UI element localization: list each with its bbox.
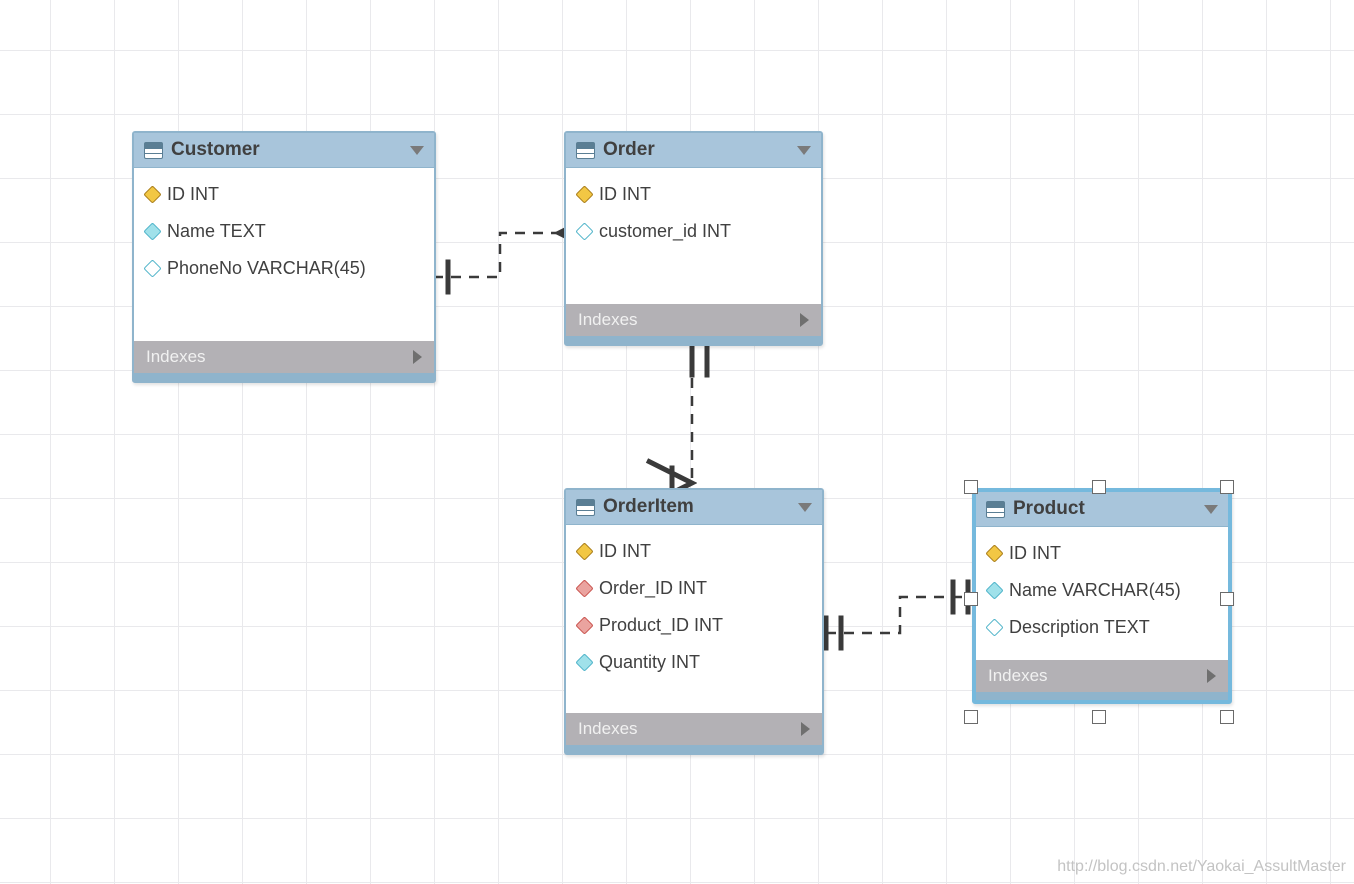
indexes-label: Indexes	[146, 347, 206, 367]
column-row[interactable]: ID INT	[566, 176, 821, 213]
key-icon	[985, 544, 1003, 562]
column-row[interactable]: ID INT	[134, 176, 434, 213]
table-base	[134, 373, 434, 381]
table-icon	[576, 142, 595, 159]
column-label: Name TEXT	[167, 221, 266, 242]
watermark-text: http://blog.csdn.net/Yaokai_AssultMaster	[1057, 858, 1346, 876]
column-row[interactable]: ID INT	[976, 535, 1228, 572]
indexes-section[interactable]: Indexes	[566, 304, 821, 336]
table-title: Customer	[171, 139, 402, 161]
table-order[interactable]: Order ID INT customer_id INT Indexes	[564, 131, 823, 346]
column-label: Description TEXT	[1009, 617, 1150, 638]
columns-list: ID INT Order_ID INT Product_ID INT Quant…	[566, 525, 822, 695]
resize-handle-sw[interactable]	[964, 710, 978, 724]
column-row[interactable]: customer_id INT	[566, 213, 821, 250]
table-icon	[576, 499, 595, 516]
table-base	[566, 745, 822, 753]
column-label: Quantity INT	[599, 652, 700, 673]
column-label: Product_ID INT	[599, 615, 723, 636]
table-customer[interactable]: Customer ID INT Name TEXT PhoneNo VARCHA…	[132, 131, 436, 383]
column-label: ID INT	[1009, 543, 1061, 564]
key-icon	[575, 542, 593, 560]
chevron-down-icon[interactable]	[1204, 505, 1218, 514]
chevron-down-icon[interactable]	[798, 503, 812, 512]
table-icon	[986, 501, 1005, 518]
resize-handle-w[interactable]	[964, 592, 978, 606]
column-row[interactable]: PhoneNo VARCHAR(45)	[134, 250, 434, 287]
indexes-label: Indexes	[578, 310, 638, 330]
resize-handle-s[interactable]	[1092, 710, 1106, 724]
resize-handle-se[interactable]	[1220, 710, 1234, 724]
table-icon	[144, 142, 163, 159]
resize-handle-nw[interactable]	[964, 480, 978, 494]
indexes-section[interactable]: Indexes	[566, 713, 822, 745]
column-label: ID INT	[599, 184, 651, 205]
diamond-icon	[143, 222, 161, 240]
table-header[interactable]: Product	[976, 492, 1228, 527]
column-row[interactable]: Name VARCHAR(45)	[976, 572, 1228, 609]
indexes-label: Indexes	[988, 666, 1048, 686]
chevron-right-icon	[413, 350, 422, 364]
column-row[interactable]: Name TEXT	[134, 213, 434, 250]
resize-handle-n[interactable]	[1092, 480, 1106, 494]
table-product[interactable]: Product ID INT Name VARCHAR(45) Descript…	[972, 488, 1232, 704]
chevron-down-icon[interactable]	[410, 146, 424, 155]
column-label: ID INT	[167, 184, 219, 205]
diamond-open-icon	[985, 618, 1003, 636]
diamond-red-icon	[575, 579, 593, 597]
diamond-open-icon	[575, 222, 593, 240]
column-row[interactable]: Description TEXT	[976, 609, 1228, 646]
chevron-right-icon	[801, 722, 810, 736]
table-base	[566, 336, 821, 344]
resize-handle-e[interactable]	[1220, 592, 1234, 606]
chevron-right-icon	[1207, 669, 1216, 683]
table-title: OrderItem	[603, 496, 790, 518]
column-row[interactable]: Quantity INT	[566, 644, 822, 681]
resize-handle-ne[interactable]	[1220, 480, 1234, 494]
key-icon	[143, 185, 161, 203]
chevron-down-icon[interactable]	[797, 146, 811, 155]
column-label: Name VARCHAR(45)	[1009, 580, 1181, 601]
columns-list: ID INT Name TEXT PhoneNo VARCHAR(45)	[134, 168, 434, 301]
column-row[interactable]: Order_ID INT	[566, 570, 822, 607]
diamond-icon	[575, 653, 593, 671]
indexes-label: Indexes	[578, 719, 638, 739]
column-label: PhoneNo VARCHAR(45)	[167, 258, 366, 279]
column-label: Order_ID INT	[599, 578, 707, 599]
table-title: Product	[1013, 498, 1196, 520]
table-header[interactable]: Customer	[134, 133, 434, 168]
indexes-section[interactable]: Indexes	[976, 660, 1228, 692]
column-row[interactable]: Product_ID INT	[566, 607, 822, 644]
table-header[interactable]: Order	[566, 133, 821, 168]
diamond-red-icon	[575, 616, 593, 634]
diamond-open-icon	[143, 259, 161, 277]
columns-list: ID INT customer_id INT	[566, 168, 821, 264]
table-base	[976, 692, 1228, 700]
table-orderitem[interactable]: OrderItem ID INT Order_ID INT Product_ID…	[564, 488, 824, 755]
column-label: customer_id INT	[599, 221, 731, 242]
key-icon	[575, 185, 593, 203]
table-header[interactable]: OrderItem	[566, 490, 822, 525]
diagram-canvas[interactable]: Customer ID INT Name TEXT PhoneNo VARCHA…	[0, 0, 1354, 884]
columns-list: ID INT Name VARCHAR(45) Description TEXT	[976, 527, 1228, 660]
table-title: Order	[603, 139, 789, 161]
diamond-icon	[985, 581, 1003, 599]
indexes-section[interactable]: Indexes	[134, 341, 434, 373]
chevron-right-icon	[800, 313, 809, 327]
column-row[interactable]: ID INT	[566, 533, 822, 570]
column-label: ID INT	[599, 541, 651, 562]
